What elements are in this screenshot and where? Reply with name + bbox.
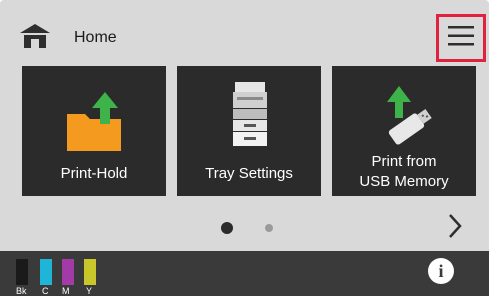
toner-label-yellow: Y (86, 286, 93, 296)
info-button[interactable]: i (428, 258, 454, 284)
menu-button[interactable] (436, 14, 486, 62)
tile-label-line1: Print from (371, 153, 437, 170)
toner-bar-yellow (84, 259, 96, 285)
toner-bar-cyan (40, 259, 52, 285)
toner-levels[interactable]: Bk C M Y (14, 259, 104, 296)
page-dot[interactable] (265, 224, 273, 232)
home-screen: Home Print-Hold Tray Settings Print from… (0, 0, 489, 296)
toner-label-magenta: M (62, 286, 70, 296)
toner-bar-black (16, 259, 28, 285)
toner-label-cyan: C (42, 286, 49, 296)
home-button[interactable]: Home (18, 22, 118, 54)
tile-label-line2: USB Memory (359, 173, 449, 190)
tile-print-hold[interactable]: Print-Hold (22, 66, 166, 196)
toner-bar-magenta (62, 259, 74, 285)
shortcut-tiles: Print-Hold Tray Settings Print from USB … (22, 66, 482, 196)
usb-upload-icon (332, 80, 476, 154)
tile-tray-settings[interactable]: Tray Settings (177, 66, 321, 196)
page-dot-active[interactable] (221, 222, 233, 234)
hamburger-menu-icon (448, 25, 474, 52)
tile-label: Tray Settings (205, 165, 293, 182)
info-icon: i (438, 261, 444, 281)
next-page-button[interactable] (440, 212, 470, 244)
status-bar: Bk C M Y i (0, 251, 489, 296)
printer-icon (177, 80, 321, 154)
home-icon (18, 22, 52, 55)
toner-label-black: Bk (16, 286, 27, 296)
chevron-right-icon (447, 213, 463, 244)
tile-label: Print from USB Memory (332, 152, 476, 192)
tile-label: Print-Hold (60, 165, 128, 182)
home-label: Home (74, 29, 117, 46)
top-bar: Home (0, 0, 489, 62)
folder-upload-icon (22, 80, 166, 154)
tile-print-from-usb[interactable]: Print from USB Memory (332, 66, 476, 196)
page-indicator (0, 210, 489, 246)
